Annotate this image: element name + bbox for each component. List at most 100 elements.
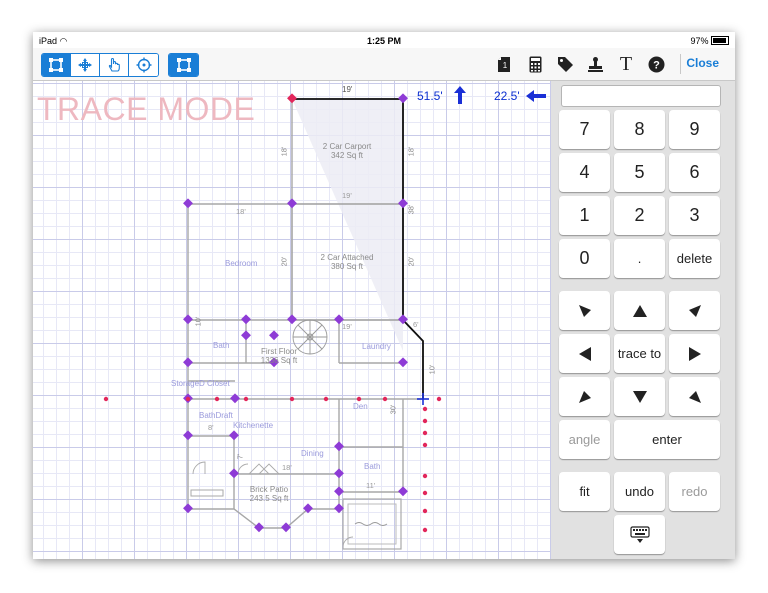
arrow-left-icon [526,90,546,102]
target-button[interactable] [129,54,158,76]
tag-button[interactable] [555,54,575,74]
svg-text:1: 1 [503,61,508,70]
move-button[interactable] [71,54,100,76]
dim-den-side: 30' [388,404,398,415]
arrow-down-right-button[interactable] [669,377,720,416]
move-icon [78,58,92,72]
hand-button[interactable] [100,54,129,76]
dim-left-small: 10' [193,316,203,327]
dim-bedroom-top: 18' [236,207,246,216]
arrow-up-right-button[interactable] [669,291,720,330]
key-8[interactable]: 8 [614,110,665,149]
vanity [190,489,224,497]
room-patio: Brick Patio 243.5 Sq ft [249,485,289,503]
arrow-right-button[interactable] [669,334,720,373]
calculator-button[interactable] [525,54,545,74]
dim-carport-right: 18' [406,146,416,157]
help-button[interactable]: ? [646,54,666,74]
fit-button[interactable]: fit [559,472,610,511]
arrow-up-right-icon [688,304,701,317]
key-9[interactable]: 9 [669,110,720,149]
undo-button[interactable]: undo [614,472,665,511]
arrow-left-button[interactable] [559,334,610,373]
document-button[interactable]: 1 [494,54,514,74]
arrow-up-left-button[interactable] [559,291,610,330]
vertical-readout: 51.5' [417,89,443,103]
close-button[interactable]: Close [686,56,719,70]
room-bath-draft: BathDraft [199,411,233,420]
dim-bath-small: 11' [366,481,376,490]
carport-shade [292,99,403,351]
target-icon [136,57,151,73]
document-icon: 1 [498,56,510,72]
key-6[interactable]: 6 [669,153,720,192]
mode-tool-group [41,53,159,77]
trace-points [103,396,442,533]
key-0[interactable]: 0 [559,239,610,278]
key-5[interactable]: 5 [614,153,665,192]
dim-garage-bottom: 19' [342,322,352,331]
clock: 1:25 PM [366,36,401,46]
select-rect-button[interactable] [42,54,71,76]
svg-text:?: ? [653,59,660,71]
horizontal-readout: 22.5' [494,89,520,103]
arrow-down-icon [632,390,647,403]
status-bar: iPad ◠ 1:25 PM 97% [33,32,735,48]
angle-button[interactable]: angle [559,420,610,459]
help-icon: ? [648,56,664,72]
arrow-up-button[interactable] [614,291,665,330]
key-1[interactable]: 1 [559,196,610,235]
battery-icon [711,36,729,45]
dim-patio-top: 18' [282,463,292,472]
text-icon: T [619,52,633,75]
key-delete[interactable]: delete [669,239,720,278]
dim-right-upper: 38' [406,204,416,215]
arrow-up-icon [454,86,466,104]
room-laundry: Laundry [362,342,391,351]
enter-button[interactable]: enter [614,420,720,459]
hand-icon [108,57,120,72]
arrow-up-left-icon [578,304,591,317]
trace-rect-button[interactable] [169,54,198,76]
dim-mid-top: 19' [342,191,352,200]
room-carport: 2 Car Carport 342 Sq ft [322,142,372,160]
trace-rect-icon [176,58,191,72]
key-3[interactable]: 3 [669,196,720,235]
key-2[interactable]: 2 [614,196,665,235]
arrow-right-icon [688,346,701,361]
arrow-down-button[interactable] [614,377,665,416]
key-4[interactable]: 4 [559,153,610,192]
dim-carport-left: 18' [279,146,289,157]
ipad-screen: iPad ◠ 1:25 PM 97% 1 T ? Close TRACE MOD… [33,32,735,559]
battery-label: 97% [690,36,729,46]
hide-keyboard-button[interactable] [614,515,665,554]
calculator-icon [529,56,541,72]
room-bath2: Bath [364,462,381,471]
toolbar: 1 T ? Close [33,48,735,81]
trace-to-button[interactable]: trace to [614,334,665,373]
text-tool-button[interactable]: T [616,52,636,75]
dim-garage-left: 20' [279,256,289,267]
stamp-icon [587,56,603,72]
room-den: Den [353,402,368,411]
arrow-down-left-icon [578,390,591,403]
trace-tool-group [168,53,199,77]
arrow-down-left-button[interactable] [559,377,610,416]
dim-top: 19' [342,85,353,94]
keyboard-hide-icon [629,525,650,543]
tag-icon [557,56,573,72]
floorplan-canvas[interactable]: TRACE MODE 51.5' 22.5' 19' 18' 18' 19' 2… [33,81,551,559]
room-bedroom: Bedroom [225,259,258,268]
dim-kitchen-small: 8' [208,423,214,432]
cursor-crosshair [417,393,429,405]
tub [342,498,402,550]
arrow-down-right-icon [688,390,701,403]
keypad-display[interactable] [561,85,721,107]
key-decimal[interactable]: . [614,239,665,278]
key-7[interactable]: 7 [559,110,610,149]
redo-button[interactable]: redo [669,472,720,511]
arrow-left-icon [578,346,591,361]
room-storage-closet: StorageD Closet [171,379,230,388]
stamp-button[interactable] [585,54,605,74]
arrow-up-icon [632,304,647,317]
